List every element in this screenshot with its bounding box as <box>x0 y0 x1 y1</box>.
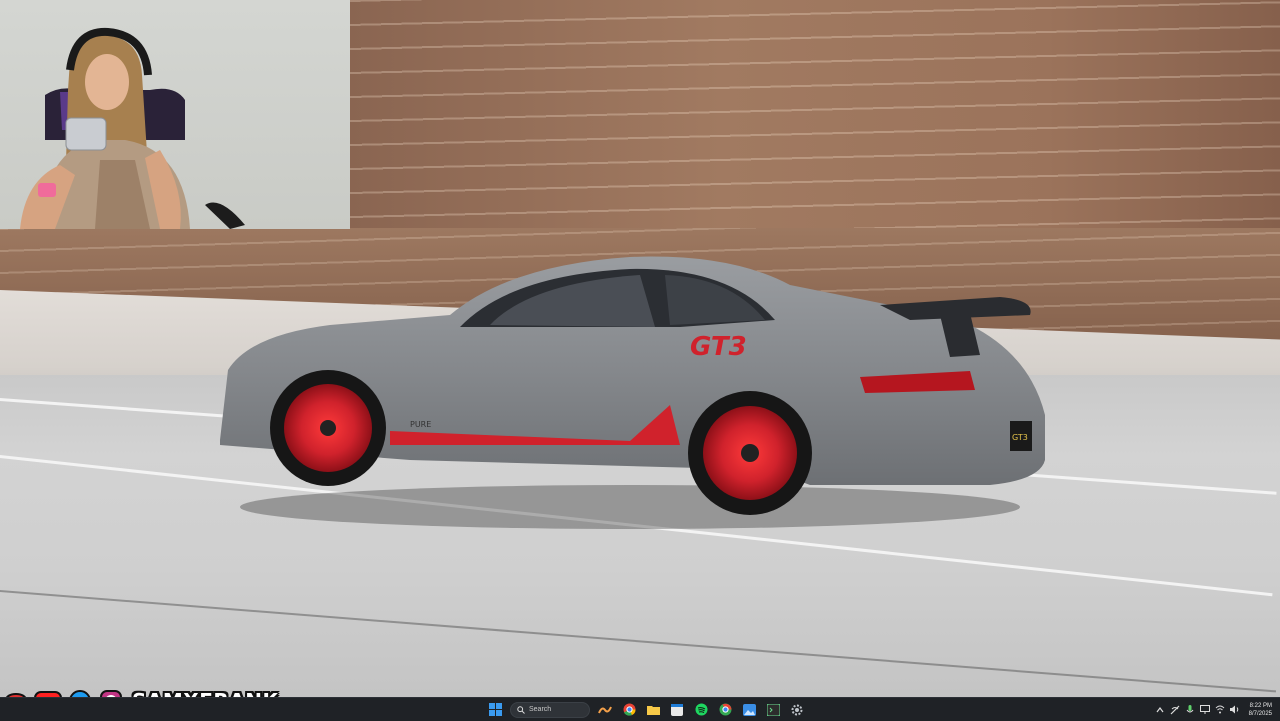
wifi-icon[interactable] <box>1215 704 1226 715</box>
settings-icon[interactable] <box>788 701 806 719</box>
network-icon[interactable] <box>1170 704 1181 715</box>
taskbar: Search 8:22 PM 8/7/2025 <box>0 697 1280 721</box>
gt3-badge: GT3 <box>690 332 747 362</box>
system-tray: 8:22 PM 8/7/2025 <box>1155 698 1272 721</box>
windows-icon <box>488 703 502 716</box>
clock-time: 8:22 PM <box>1249 702 1272 709</box>
door-brand: PURE <box>410 420 431 429</box>
taskbar-apps: Search <box>486 698 806 721</box>
clock[interactable]: 8:22 PM 8/7/2025 <box>1249 702 1272 718</box>
chevron-up-icon[interactable] <box>1155 704 1166 715</box>
volume-icon[interactable] <box>1230 704 1241 715</box>
mic-icon[interactable] <box>1185 704 1196 715</box>
widgets-icon[interactable] <box>596 701 614 719</box>
start-button[interactable] <box>486 701 504 719</box>
clock-date: 8/7/2025 <box>1248 710 1272 717</box>
search-placeholder: Search <box>529 706 552 713</box>
webcam-overlay <box>0 0 350 229</box>
spotify-icon[interactable] <box>692 701 710 719</box>
taskbar-search[interactable]: Search <box>510 701 590 718</box>
file-explorer-icon[interactable] <box>644 701 662 719</box>
license-plate: GT3 <box>1012 433 1028 442</box>
chrome-icon[interactable] <box>620 701 638 719</box>
calendar-app-icon[interactable] <box>668 701 686 719</box>
photos-icon[interactable] <box>740 701 758 719</box>
chrome-alt-icon[interactable] <box>716 701 734 719</box>
search-icon <box>517 705 525 714</box>
wood-wall <box>350 0 1280 240</box>
terminal-icon[interactable] <box>764 701 782 719</box>
streamer-figure <box>20 27 245 229</box>
display-icon[interactable] <box>1200 704 1211 715</box>
car-illustration: GT3 PURE GT3 <box>220 256 1045 529</box>
